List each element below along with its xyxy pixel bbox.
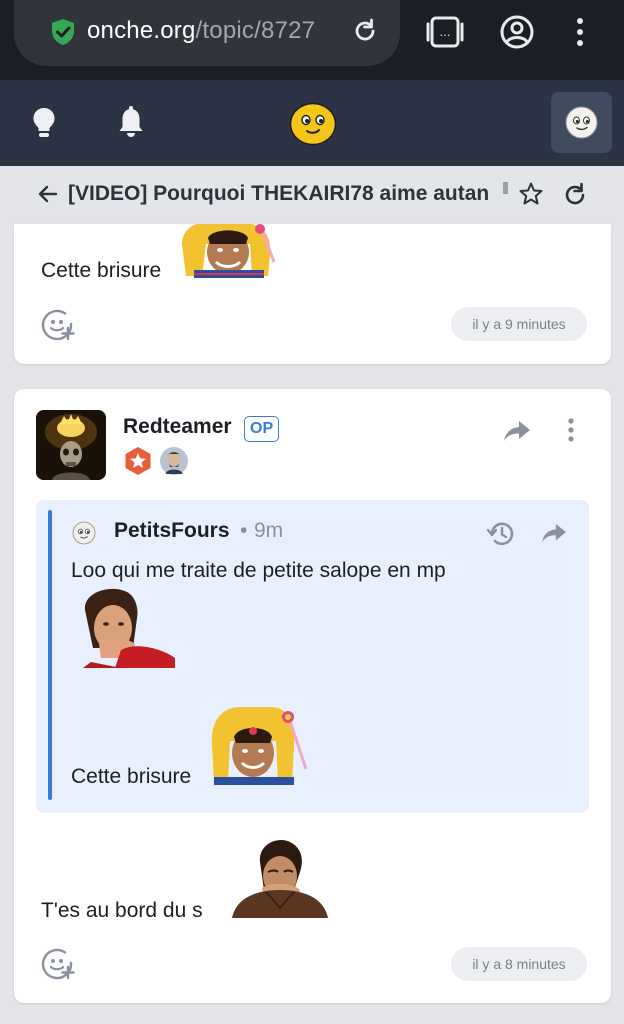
address-bar[interactable]: onche.org/topic/8727	[14, 0, 400, 66]
quote-share-icon[interactable]	[541, 522, 567, 544]
add-reaction-icon[interactable]	[41, 947, 75, 981]
post-text: Cette brisure	[41, 259, 162, 282]
refresh-icon[interactable]	[563, 181, 587, 207]
user-badge-icon[interactable]	[159, 446, 189, 476]
author-name[interactable]: Redteamer	[123, 415, 232, 439]
text-fade-marker	[503, 182, 508, 194]
star-icon[interactable]	[518, 181, 544, 207]
bell-icon[interactable]	[117, 106, 145, 140]
quote-line-2: Cette brisure	[71, 765, 192, 788]
quoted-message: PetitsFours • 9m Loo qui me traite de pe…	[36, 500, 589, 813]
skull-avatar-image	[36, 410, 106, 480]
quote-line-1: Loo qui me traite de petite salope en mp	[71, 559, 446, 582]
post-text: T'es au bord du s	[41, 899, 203, 922]
sticker-image	[83, 588, 175, 668]
back-arrow-icon[interactable]	[36, 182, 60, 206]
quote-author-name[interactable]: PetitsFours	[114, 519, 230, 543]
op-badge: OP	[244, 416, 280, 442]
account-icon[interactable]	[499, 14, 535, 50]
lightbulb-icon[interactable]	[32, 106, 56, 140]
svg-text:…: …	[440, 26, 451, 39]
user-face-icon	[565, 106, 598, 139]
star-badge-icon[interactable]	[123, 446, 153, 476]
sticker-image	[211, 707, 308, 785]
topic-bar: [VIDEO] Pourquoi THEKAIRI78 aime autan	[0, 166, 624, 222]
url-text[interactable]: onche.org/topic/8727	[87, 17, 337, 45]
post-menu-icon[interactable]	[567, 417, 575, 443]
add-reaction-icon[interactable]	[41, 308, 75, 342]
history-icon[interactable]	[486, 520, 516, 548]
menu-icon[interactable]	[568, 14, 592, 50]
quote-bar	[48, 510, 52, 800]
quote-time: 9m	[254, 519, 284, 542]
author-avatar[interactable]	[36, 410, 106, 480]
app-header	[0, 80, 624, 166]
onche-logo[interactable]	[289, 102, 337, 146]
user-avatar[interactable]	[551, 92, 612, 153]
tab-switcher-icon[interactable]: …	[426, 14, 464, 50]
quote-separator: •	[240, 519, 248, 542]
shield-check-icon[interactable]	[50, 18, 76, 46]
sticker-image	[232, 840, 328, 918]
share-icon[interactable]	[503, 419, 531, 443]
topic-title[interactable]: [VIDEO] Pourquoi THEKAIRI78 aime autan	[68, 182, 506, 206]
post-time: il y a 8 minutes	[451, 947, 587, 981]
quote-author-avatar[interactable]	[71, 520, 97, 546]
reload-icon[interactable]	[351, 17, 379, 45]
url-host: onche.org	[87, 17, 196, 44]
post-time: il y a 9 minutes	[451, 307, 587, 341]
post-card: Cette brisure il y a 9 minutes	[14, 224, 611, 364]
sticker-image	[182, 224, 276, 278]
browser-toolbar: onche.org/topic/8727 …	[0, 0, 624, 80]
url-path: /topic/8727	[195, 17, 316, 44]
post-card: Redteamer OP PetitsFours • 9m Loo qui me…	[14, 389, 611, 1003]
